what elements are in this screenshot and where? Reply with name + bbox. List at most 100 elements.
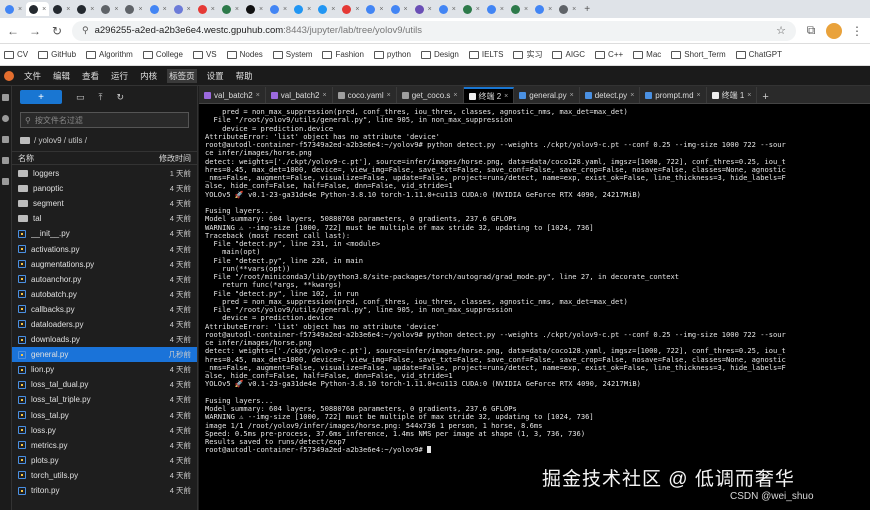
document-tab[interactable]: get_coco.s × <box>396 87 464 103</box>
extensions-icon[interactable]: ⧉ <box>804 23 818 38</box>
tab-close-icon[interactable]: × <box>500 6 504 13</box>
menu-item[interactable]: 查看 <box>80 69 101 83</box>
file-list-item[interactable]: lion.py 4 天前 <box>12 362 197 377</box>
tab-close-icon[interactable]: × <box>504 93 508 100</box>
tab-close-icon[interactable]: × <box>428 6 432 13</box>
browser-tab[interactable]: × <box>484 2 507 16</box>
tab-close-icon[interactable]: × <box>211 6 215 13</box>
document-tab[interactable]: val_batch2 × <box>265 87 333 103</box>
bookmark-folder[interactable]: ChatGPT <box>735 50 782 59</box>
file-list-item[interactable]: activations.py 4 天前 <box>12 241 197 256</box>
file-list-item[interactable]: tal 4 天前 <box>12 211 197 226</box>
terminal-output[interactable]: pred = non_max_suppression(pred, conf_th… <box>205 108 865 510</box>
bookmark-folder[interactable]: College <box>142 50 183 59</box>
menu-item[interactable]: 内核 <box>138 69 159 83</box>
bookmark-folder[interactable]: VS <box>192 50 217 59</box>
browser-tab[interactable]: × <box>147 2 170 16</box>
file-list-item[interactable]: autobatch.py 4 天前 <box>12 287 197 302</box>
tab-close-icon[interactable]: × <box>548 6 552 13</box>
browser-tab[interactable]: × <box>508 2 531 16</box>
tab-close-icon[interactable]: × <box>163 6 167 13</box>
new-launcher-button[interactable]: + <box>20 90 62 104</box>
file-list-item[interactable]: general.py 几秒前 <box>12 347 197 363</box>
upload-icon[interactable]: ⤒ <box>99 92 103 103</box>
bookmark-folder[interactable]: Design <box>420 50 459 59</box>
bookmark-folder[interactable]: IELTS <box>468 50 503 59</box>
tab-close-icon[interactable]: × <box>90 6 94 13</box>
menu-item[interactable]: 文件 <box>22 69 43 83</box>
tab-close-icon[interactable]: × <box>323 92 327 99</box>
refresh-icon[interactable]: ↻ <box>117 92 125 103</box>
bookmark-folder[interactable]: Fashion <box>322 50 364 59</box>
menu-item[interactable]: 帮助 <box>234 69 255 83</box>
file-filter-input[interactable] <box>34 115 184 125</box>
bookmark-folder[interactable]: AIGC <box>552 50 585 59</box>
browser-tab[interactable]: × <box>243 2 266 16</box>
document-tab[interactable]: coco.yaml × <box>332 87 397 103</box>
browser-tab[interactable]: × <box>291 2 314 16</box>
file-list-item[interactable]: loss.py 4 天前 <box>12 423 197 438</box>
tab-close-icon[interactable]: × <box>355 6 359 13</box>
bookmark-folder[interactable]: GitHub <box>38 50 76 59</box>
document-tab[interactable]: 终端 2 × <box>463 87 515 103</box>
file-list-item[interactable]: loss_tal.py 4 天前 <box>12 408 197 423</box>
tab-close-icon[interactable]: × <box>114 6 118 13</box>
tab-close-icon[interactable]: × <box>572 6 576 13</box>
profile-avatar[interactable] <box>826 22 842 39</box>
browser-tab[interactable]: × <box>171 2 194 16</box>
file-list-item[interactable]: callbacks.py 4 天前 <box>12 302 197 317</box>
browser-tab[interactable]: × <box>363 2 386 16</box>
bookmark-folder[interactable]: Algorithm <box>86 50 133 59</box>
browser-tab[interactable]: × <box>532 2 555 16</box>
file-list-item[interactable]: augmentations.py 4 天前 <box>12 257 197 272</box>
file-list-item[interactable]: dataloaders.py 4 天前 <box>12 317 197 332</box>
browser-tab[interactable]: × <box>556 2 579 16</box>
forward-icon[interactable]: → <box>28 24 42 38</box>
browser-tab[interactable]: × <box>219 2 242 16</box>
tab-close-icon[interactable]: × <box>404 6 408 13</box>
tab-close-icon[interactable]: × <box>453 92 457 99</box>
browser-tab[interactable]: × <box>436 2 459 16</box>
browser-tab[interactable]: × <box>460 2 483 16</box>
file-list-item[interactable]: segment 4 天前 <box>12 196 197 211</box>
browser-tab[interactable]: × <box>315 2 338 16</box>
tab-close-icon[interactable]: × <box>476 6 480 13</box>
table-of-contents-icon[interactable] <box>2 157 9 164</box>
file-list-item[interactable]: triton.py 4 天前 <box>12 483 197 498</box>
tab-close-icon[interactable]: × <box>42 6 46 13</box>
tab-close-icon[interactable]: × <box>66 6 70 13</box>
column-modified-header[interactable]: 修改时间 <box>159 153 191 164</box>
url-field[interactable]: ⚲ a296255-a2ed-a2b3e6e4.westc.gpuhub.com… <box>72 20 796 41</box>
running-sessions-icon[interactable] <box>2 115 9 122</box>
bookmark-star-icon[interactable]: ☆ <box>776 24 786 37</box>
menu-item[interactable]: 标签页 <box>167 68 197 83</box>
menu-item[interactable]: 运行 <box>109 69 130 83</box>
tab-close-icon[interactable]: × <box>570 92 574 99</box>
tab-close-icon[interactable]: × <box>138 6 142 13</box>
add-tab-icon[interactable]: + <box>757 91 773 103</box>
file-list-item[interactable]: torch_utils.py 4 天前 <box>12 468 197 483</box>
document-tab[interactable]: prompt.md × <box>640 87 707 103</box>
column-name-header[interactable]: 名称 <box>18 153 34 164</box>
file-list-item[interactable]: metrics.py 4 天前 <box>12 438 197 453</box>
tab-close-icon[interactable]: × <box>387 92 391 99</box>
menu-item[interactable]: 编辑 <box>51 69 72 83</box>
file-list-item[interactable]: downloads.py 4 天前 <box>12 332 197 347</box>
browser-tab[interactable]: × <box>122 2 145 16</box>
bookmark-folder[interactable]: Short_Term <box>671 50 726 59</box>
command-palette-icon[interactable] <box>2 136 9 143</box>
file-list-item[interactable]: plots.py 4 天前 <box>12 453 197 468</box>
bookmark-folder[interactable]: python <box>373 50 411 59</box>
browser-tab[interactable]: × <box>50 2 73 16</box>
browser-tab[interactable]: × <box>339 2 362 16</box>
tab-close-icon[interactable]: × <box>283 6 287 13</box>
document-tab[interactable]: val_batch2 × <box>199 87 266 103</box>
tab-close-icon[interactable]: × <box>697 92 701 99</box>
browser-tab[interactable]: × <box>388 2 411 16</box>
file-list-item[interactable]: loss_tal_dual.py 4 天前 <box>12 377 197 392</box>
bookmark-folder[interactable]: System <box>272 50 312 59</box>
file-browser-icon[interactable] <box>2 94 9 101</box>
extension-manager-icon[interactable] <box>2 178 9 185</box>
tab-close-icon[interactable]: × <box>259 6 263 13</box>
document-tab[interactable]: 终端 1 × <box>706 87 758 103</box>
